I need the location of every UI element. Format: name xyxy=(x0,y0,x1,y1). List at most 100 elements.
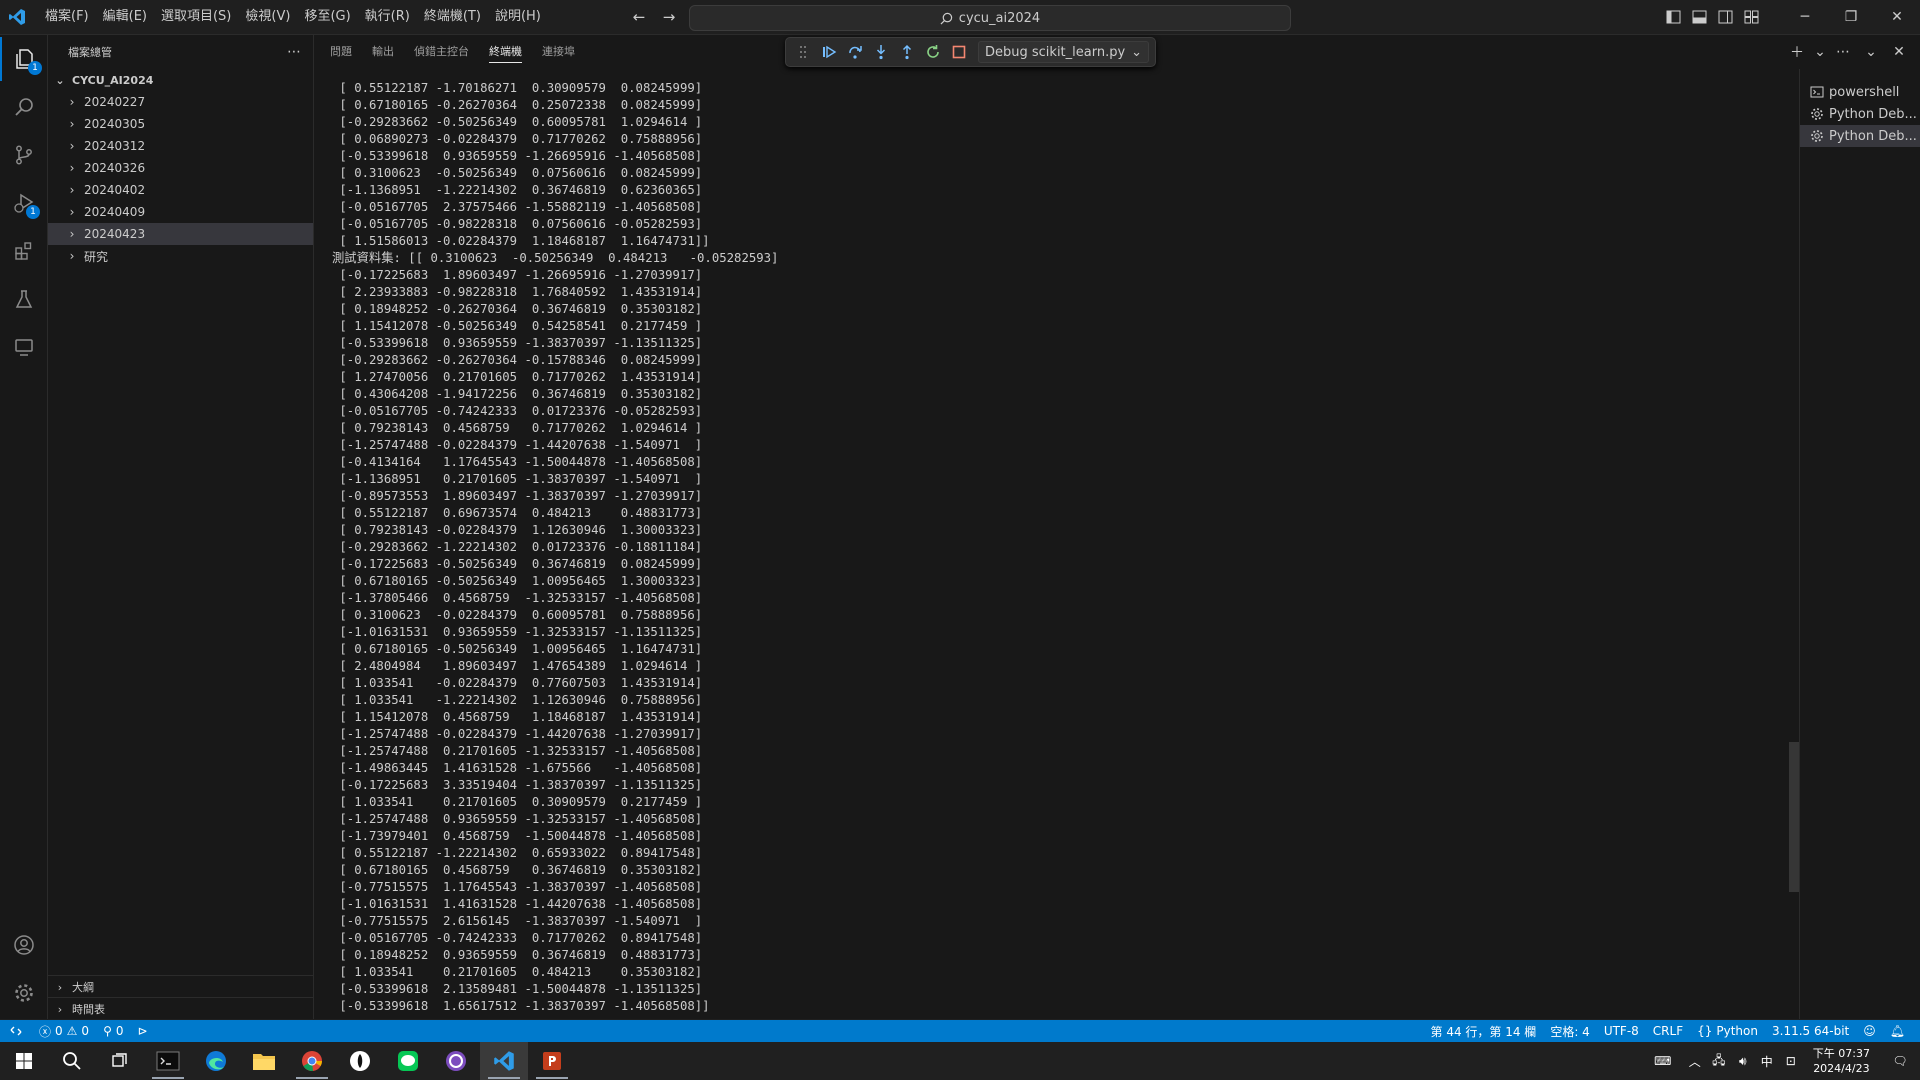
drag-handle-icon[interactable] xyxy=(792,41,814,63)
edge-browser-icon[interactable] xyxy=(192,1042,240,1080)
terminal-item-python-debug-1[interactable]: Python Deb... xyxy=(1800,103,1920,125)
terminal-output[interactable]: [ 0.55122187 -1.70186271 0.30909579 0.08… xyxy=(332,80,1732,1020)
forward-arrow-icon[interactable]: → xyxy=(658,6,680,28)
menu-help[interactable]: 說明(H) xyxy=(488,0,548,34)
folder-20240423[interactable]: › 20240423 xyxy=(48,223,313,245)
step-out-icon[interactable] xyxy=(896,41,918,63)
problems-status[interactable]: ⓧ 0 ⚠ 0 xyxy=(32,1020,96,1042)
tab-terminal[interactable]: 終端機 xyxy=(489,35,522,69)
customize-layout-icon[interactable] xyxy=(1738,4,1764,30)
network-icon[interactable]: 🖧︎ xyxy=(1707,1042,1731,1080)
step-into-icon[interactable] xyxy=(870,41,892,63)
python-interpreter[interactable]: 3.11.5 64-bit xyxy=(1765,1020,1856,1042)
workspace-root-folder[interactable]: ⌄ CYCU_AI2024 xyxy=(48,69,313,91)
menu-run[interactable]: 執行(R) xyxy=(358,0,417,34)
ports-status[interactable]: ⚲ 0 xyxy=(96,1020,130,1042)
toggle-secondary-sidebar-icon[interactable] xyxy=(1712,4,1738,30)
copilot-icon[interactable]: ☺ xyxy=(1856,1020,1883,1042)
close-panel-icon[interactable]: ✕ xyxy=(1888,41,1910,63)
terminal-scrollbar[interactable] xyxy=(1789,742,1799,892)
keyboard-icon[interactable]: ⌨ xyxy=(1643,1042,1683,1080)
notification-center-icon[interactable]: 🗨︎ xyxy=(1880,1042,1920,1080)
taskbar-search-icon[interactable] xyxy=(48,1042,96,1080)
cursor-position[interactable]: 第 44 行，第 14 欄 xyxy=(1424,1020,1544,1042)
more-actions-icon[interactable]: ⋯ xyxy=(287,44,301,60)
explorer-sidebar: 檔案總管 ⋯ ⌄ CYCU_AI2024 › 20240227 › 202403… xyxy=(48,35,317,1020)
terminal-line: [ 1.033541 -0.02284379 0.77607503 1.4353… xyxy=(332,676,703,690)
show-hidden-icons-chevron-icon[interactable]: ︿ xyxy=(1683,1042,1707,1080)
terminal-item-powershell[interactable]: powershell xyxy=(1800,81,1920,103)
accounts-icon[interactable] xyxy=(0,923,47,967)
new-terminal-plus-icon[interactable]: ＋ xyxy=(1786,41,1808,63)
windows-start-icon[interactable] xyxy=(0,1042,48,1080)
remote-explorer-icon[interactable] xyxy=(0,325,47,369)
terminal-app-icon[interactable] xyxy=(144,1042,192,1080)
step-over-icon[interactable] xyxy=(844,41,866,63)
terminal-item-python-debug-2[interactable]: Python Deb... xyxy=(1800,125,1920,147)
line-app-icon[interactable] xyxy=(384,1042,432,1080)
debug-configuration-select[interactable]: Debug scikit_learn.py ⌄ xyxy=(978,41,1150,63)
ime-indicator[interactable]: 中 xyxy=(1755,1042,1779,1080)
menu-terminal[interactable]: 終端機(T) xyxy=(417,0,488,34)
folder-20240409[interactable]: › 20240409 xyxy=(48,201,313,223)
end-of-line[interactable]: CRLF xyxy=(1646,1020,1690,1042)
toggle-primary-sidebar-icon[interactable] xyxy=(1660,4,1686,30)
file-explorer-icon[interactable] xyxy=(240,1042,288,1080)
stop-icon[interactable] xyxy=(948,41,970,63)
volume-icon[interactable]: 🔊︎ xyxy=(1731,1042,1755,1080)
timeline-section[interactable]: › 時間表 xyxy=(48,997,317,1020)
folder-20240326[interactable]: › 20240326 xyxy=(48,157,313,179)
folder-research[interactable]: › 研究 xyxy=(48,245,313,267)
testing-flask-icon[interactable] xyxy=(0,277,47,321)
outline-section[interactable]: › 大綱 xyxy=(48,975,317,998)
restore-window-icon[interactable]: ❐ xyxy=(1828,0,1874,34)
app-black-circle-icon[interactable] xyxy=(336,1042,384,1080)
chrome-browser-icon[interactable] xyxy=(288,1042,336,1080)
toggle-panel-icon[interactable] xyxy=(1686,4,1712,30)
tab-problems[interactable]: 問題 xyxy=(330,35,352,69)
clock[interactable]: 下午 07:37 2024/4/23 xyxy=(1803,1046,1880,1076)
menu-selection[interactable]: 選取項目(S) xyxy=(154,0,238,34)
folder-20240227[interactable]: › 20240227 xyxy=(48,91,313,113)
folder-20240312[interactable]: › 20240312 xyxy=(48,135,313,157)
settings-gear-icon[interactable] xyxy=(0,971,47,1015)
close-window-icon[interactable]: ✕ xyxy=(1874,0,1920,34)
file-encoding[interactable]: UTF-8 xyxy=(1597,1020,1646,1042)
minimize-window-icon[interactable]: ─ xyxy=(1782,0,1828,34)
menu-go[interactable]: 移至(G) xyxy=(297,0,357,34)
tab-output[interactable]: 輸出 xyxy=(372,35,394,69)
folder-20240402[interactable]: › 20240402 xyxy=(48,179,313,201)
github-desktop-icon[interactable] xyxy=(432,1042,480,1080)
tab-ports[interactable]: 連接埠 xyxy=(542,35,575,69)
maximize-panel-chevron-icon[interactable]: ⌄ xyxy=(1860,41,1882,63)
chevron-down-icon[interactable]: ⌄ xyxy=(1814,41,1826,63)
menu-view[interactable]: 檢視(V) xyxy=(238,0,297,34)
menu-bar: 檔案(F) 編輯(E) 選取項目(S) 檢視(V) 移至(G) 執行(R) 終端… xyxy=(38,0,548,34)
debug-status[interactable]: ⊳ xyxy=(131,1020,155,1042)
source-control-icon[interactable] xyxy=(0,133,47,177)
remote-indicator-icon[interactable] xyxy=(0,1020,32,1042)
command-center-search[interactable]: cycu_ai2024 xyxy=(689,5,1291,31)
powerpoint-icon[interactable] xyxy=(528,1042,576,1080)
search-view-icon[interactable] xyxy=(0,85,47,129)
task-view-icon[interactable] xyxy=(96,1042,144,1080)
ime-mode-icon[interactable]: ⊡ xyxy=(1779,1042,1803,1080)
language-mode[interactable]: {} Python xyxy=(1690,1020,1765,1042)
terminal-line: [ 1.15412078 0.4568759 1.18468187 1.4353… xyxy=(332,710,703,724)
folder-label: 20240312 xyxy=(84,139,146,153)
extensions-icon[interactable] xyxy=(0,229,47,273)
tab-debug-console[interactable]: 偵錯主控台 xyxy=(414,35,469,69)
continue-icon[interactable] xyxy=(818,41,840,63)
menu-edit[interactable]: 編輯(E) xyxy=(96,0,154,34)
back-arrow-icon[interactable]: ← xyxy=(628,6,650,28)
indentation[interactable]: 空格: 4 xyxy=(1543,1020,1597,1042)
run-and-debug-icon[interactable]: 1 xyxy=(0,181,47,225)
panel-tabs: 問題 輸出 偵錯主控台 終端機 連接埠 xyxy=(330,35,575,69)
menu-file[interactable]: 檔案(F) xyxy=(38,0,96,34)
more-actions-icon[interactable]: ⋯ xyxy=(1832,41,1854,63)
restart-icon[interactable] xyxy=(922,41,944,63)
explorer-icon[interactable]: 1 xyxy=(0,37,47,81)
folder-20240305[interactable]: › 20240305 xyxy=(48,113,313,135)
notifications-bell-icon[interactable]: 🔔︎ xyxy=(1883,1020,1912,1042)
vscode-taskbar-icon[interactable] xyxy=(480,1042,528,1080)
